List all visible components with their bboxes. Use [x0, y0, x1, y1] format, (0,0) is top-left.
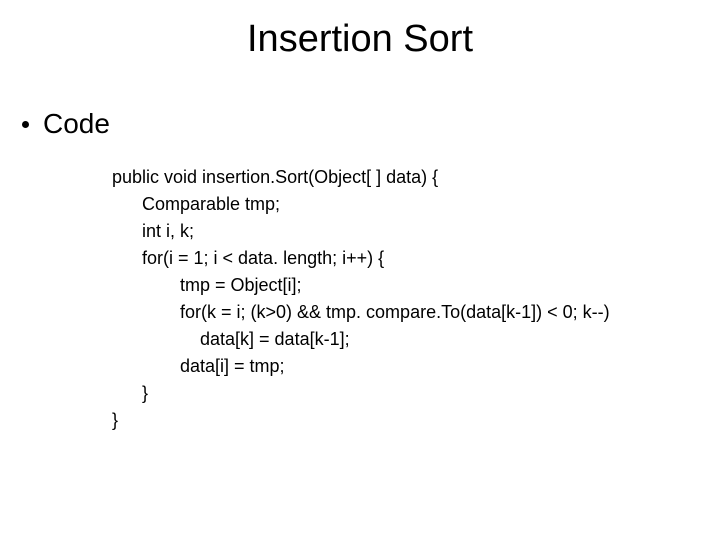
- code-line: tmp = Object[i];: [112, 272, 610, 299]
- code-line: data[k] = data[k-1];: [112, 326, 610, 353]
- code-line: for(i = 1; i < data. length; i++) {: [112, 245, 610, 272]
- code-line: int i, k;: [112, 218, 610, 245]
- code-line: Comparable tmp;: [112, 191, 610, 218]
- code-line: public void insertion.Sort(Object[ ] dat…: [112, 164, 610, 191]
- code-line: }: [112, 380, 610, 407]
- slide-title: Insertion Sort: [0, 18, 720, 61]
- code-line: }: [112, 407, 610, 434]
- code-line: for(k = i; (k>0) && tmp. compare.To(data…: [112, 299, 610, 326]
- code-block: public void insertion.Sort(Object[ ] dat…: [112, 164, 610, 434]
- slide: Insertion Sort Code public void insertio…: [0, 0, 720, 540]
- code-line: data[i] = tmp;: [112, 353, 610, 380]
- bullet-dot-icon: [22, 121, 29, 128]
- bullet-label: Code: [43, 108, 110, 140]
- bullet-item: Code: [22, 108, 110, 140]
